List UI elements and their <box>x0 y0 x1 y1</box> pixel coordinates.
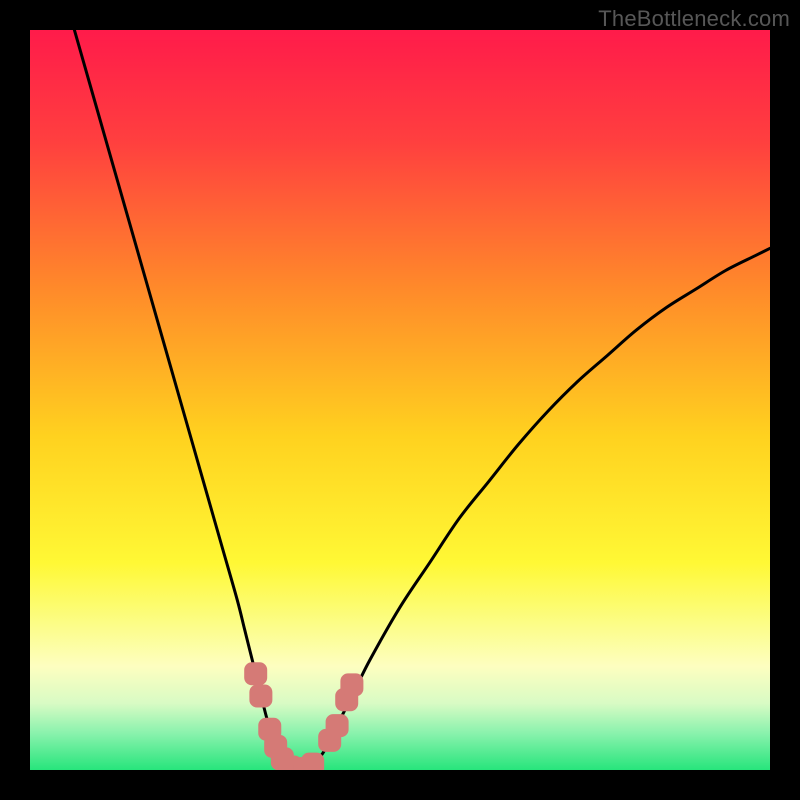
marker-point <box>302 753 324 770</box>
marker-point <box>250 685 272 707</box>
marker-point <box>245 663 267 685</box>
watermark-label: TheBottleneck.com <box>598 6 790 32</box>
plot-area <box>30 30 770 770</box>
marker-point <box>341 674 363 696</box>
data-markers <box>30 30 770 770</box>
chart-frame: TheBottleneck.com <box>0 0 800 800</box>
marker-point <box>326 715 348 737</box>
